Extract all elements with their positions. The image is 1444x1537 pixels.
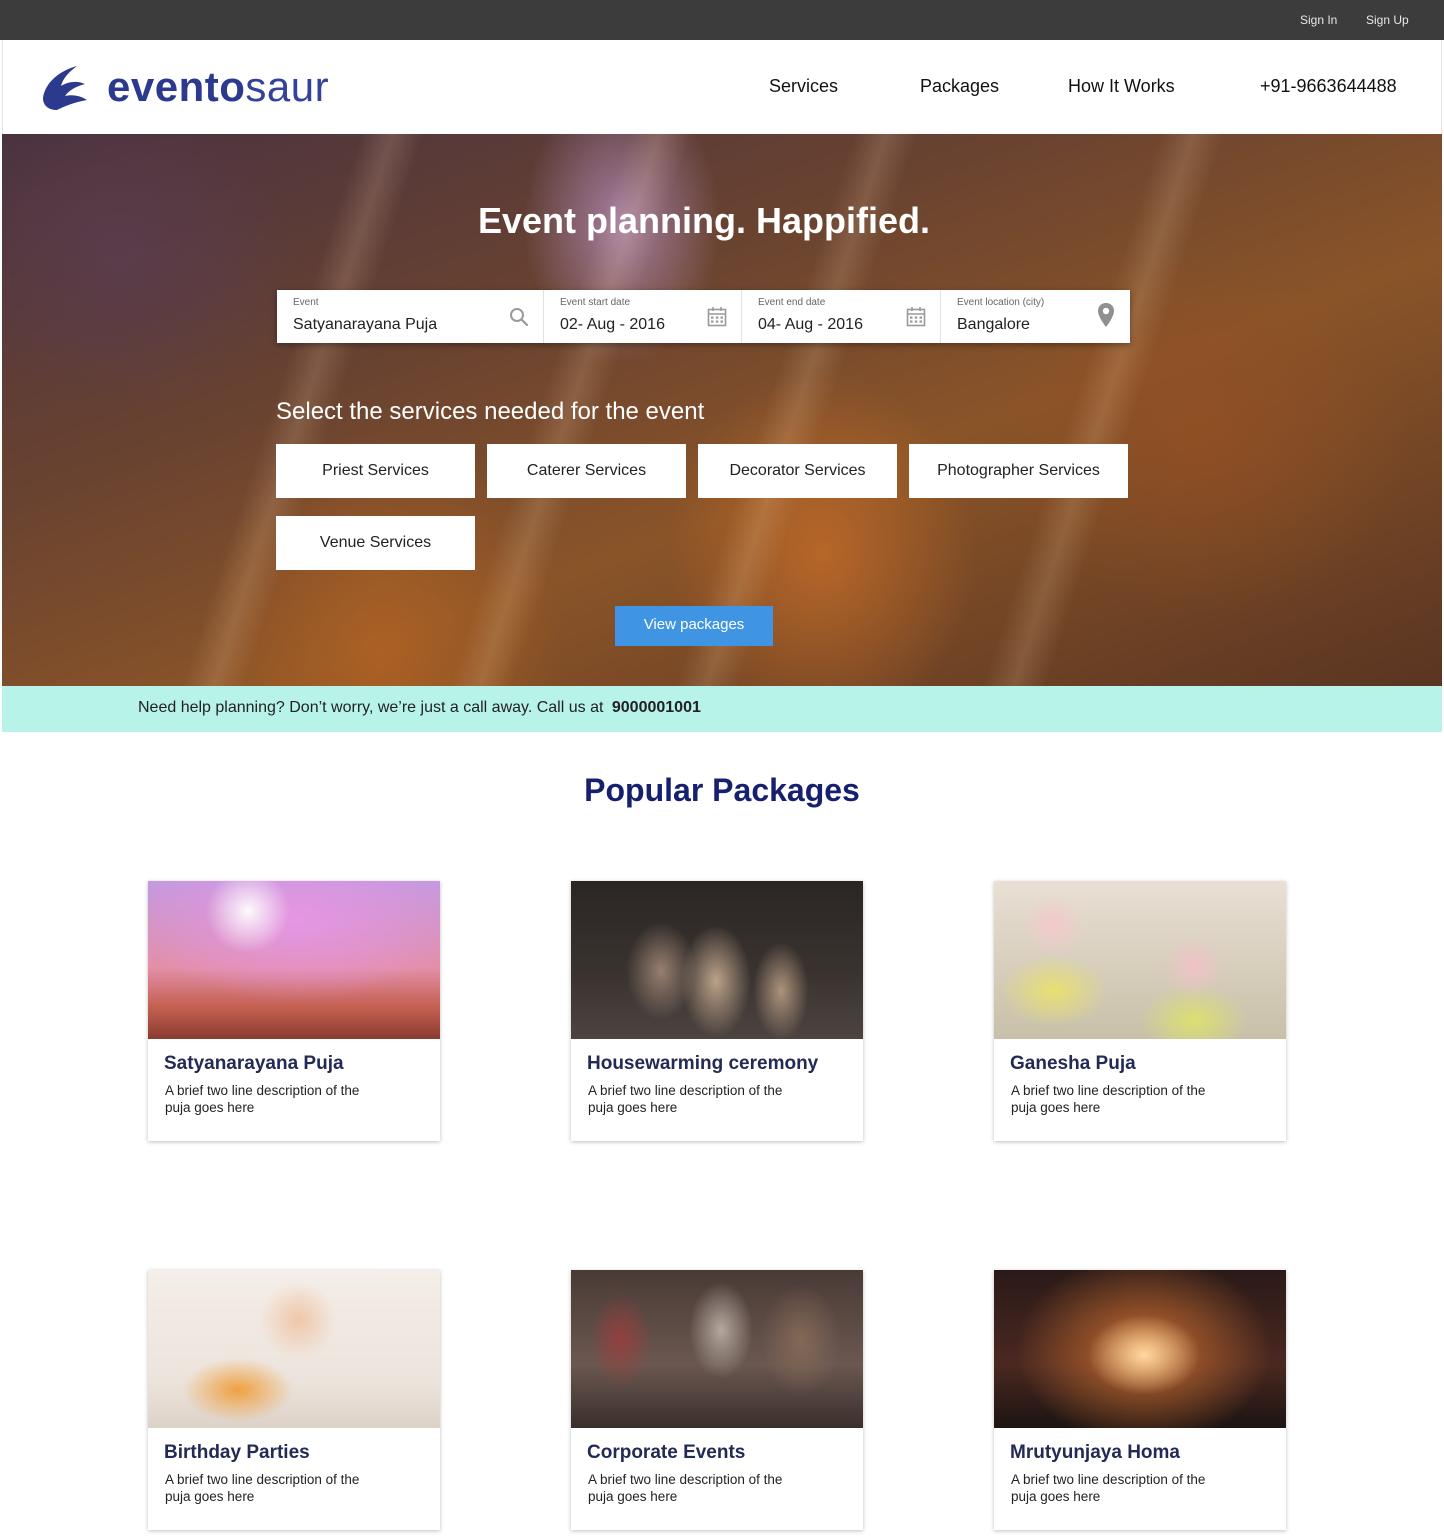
location-pin-icon[interactable] [1096,302,1116,328]
end-date-label: Event end date [758,297,826,308]
site-header: eventosaur Services Packages How It Work… [2,40,1442,134]
logo-bird-icon [43,66,87,110]
package-card[interactable]: Satyanarayana Puja A brief two line desc… [148,881,440,1141]
package-image [571,1270,863,1428]
package-description: A brief two line description of the puja… [588,1472,783,1504]
service-priest-button[interactable]: Priest Services [276,444,475,498]
package-card[interactable]: Corporate Events A brief two line descri… [571,1270,863,1530]
package-image [148,881,440,1039]
package-card[interactable]: Mrutyunjaya Homa A brief two line descri… [994,1270,1286,1530]
nav-phone-number[interactable]: +91-9663644488 [1260,76,1397,97]
service-photographer-button[interactable]: Photographer Services [909,444,1128,498]
package-title[interactable]: Corporate Events [587,1442,745,1464]
location-field[interactable]: Event location (city) Bangalore [941,290,1130,343]
sign-up-link[interactable]: Sign Up [1366,13,1409,27]
help-phone-number[interactable]: 9000001001 [612,699,701,716]
package-image [571,881,863,1039]
package-title[interactable]: Ganesha Puja [1010,1053,1136,1075]
nav-packages[interactable]: Packages [920,76,999,97]
help-text: Need help planning? Don’t worry, we’re j… [138,699,604,716]
package-title[interactable]: Birthday Parties [164,1442,310,1464]
event-field-label: Event [293,297,319,308]
event-field[interactable]: Event Satyanarayana Puja [277,290,544,343]
package-description: A brief two line description of the puja… [588,1083,783,1115]
nav-how-it-works[interactable]: How It Works [1068,76,1175,97]
hero-section: Event planning. Happified. Event Satyana… [2,134,1442,686]
package-title[interactable]: Mrutyunjaya Homa [1010,1442,1180,1464]
package-card[interactable]: Housewarming ceremony A brief two line d… [571,881,863,1141]
location-value[interactable]: Bangalore [957,316,1030,334]
package-card[interactable]: Ganesha Puja A brief two line descriptio… [994,881,1286,1141]
nav-services[interactable]: Services [769,76,838,97]
help-banner: Need help planning? Don’t worry, we’re j… [2,686,1442,732]
package-description: A brief two line description of the puja… [1011,1083,1206,1115]
calendar-icon[interactable] [707,306,727,328]
search-icon[interactable] [509,306,529,328]
location-label: Event location (city) [957,297,1045,308]
event-field-value[interactable]: Satyanarayana Puja [293,316,437,334]
popular-packages-title: Popular Packages [584,772,860,808]
view-packages-button[interactable]: View packages [615,606,773,646]
event-search-bar: Event Satyanarayana Puja Event start dat… [277,290,1130,343]
service-venue-button[interactable]: Venue Services [276,516,475,570]
package-description: A brief two line description of the puja… [1011,1472,1206,1504]
package-description: A brief two line description of the puja… [165,1472,360,1504]
end-date-field[interactable]: Event end date 04- Aug - 2016 [742,290,941,343]
package-description: A brief two line description of the puja… [165,1083,360,1115]
end-date-value[interactable]: 04- Aug - 2016 [758,316,863,334]
start-date-field[interactable]: Event start date 02- Aug - 2016 [544,290,742,343]
hero-title: Event planning. Happified. [477,200,931,241]
service-caterer-button[interactable]: Caterer Services [487,444,686,498]
logo-wordmark-light: saur [245,63,330,110]
package-image [994,1270,1286,1428]
start-date-label: Event start date [560,297,631,308]
package-title[interactable]: Housewarming ceremony [587,1053,818,1075]
package-title[interactable]: Satyanarayana Puja [164,1053,344,1075]
logo-wordmark-bold: evento [107,63,246,110]
top-utility-bar: Sign In Sign Up [0,0,1444,40]
calendar-icon[interactable] [906,306,926,328]
logo-wordmark: eventosaur [107,62,329,112]
package-card[interactable]: Birthday Parties A brief two line descri… [148,1270,440,1530]
start-date-value[interactable]: 02- Aug - 2016 [560,316,665,334]
package-image [994,881,1286,1039]
service-decorator-button[interactable]: Decorator Services [698,444,897,498]
help-text-line: Need help planning? Don’t worry, we’re j… [138,699,701,717]
services-section-title: Select the services needed for the event [276,398,705,425]
sign-in-link[interactable]: Sign In [1300,13,1337,27]
logo[interactable]: eventosaur [39,62,359,112]
package-image [148,1270,440,1428]
